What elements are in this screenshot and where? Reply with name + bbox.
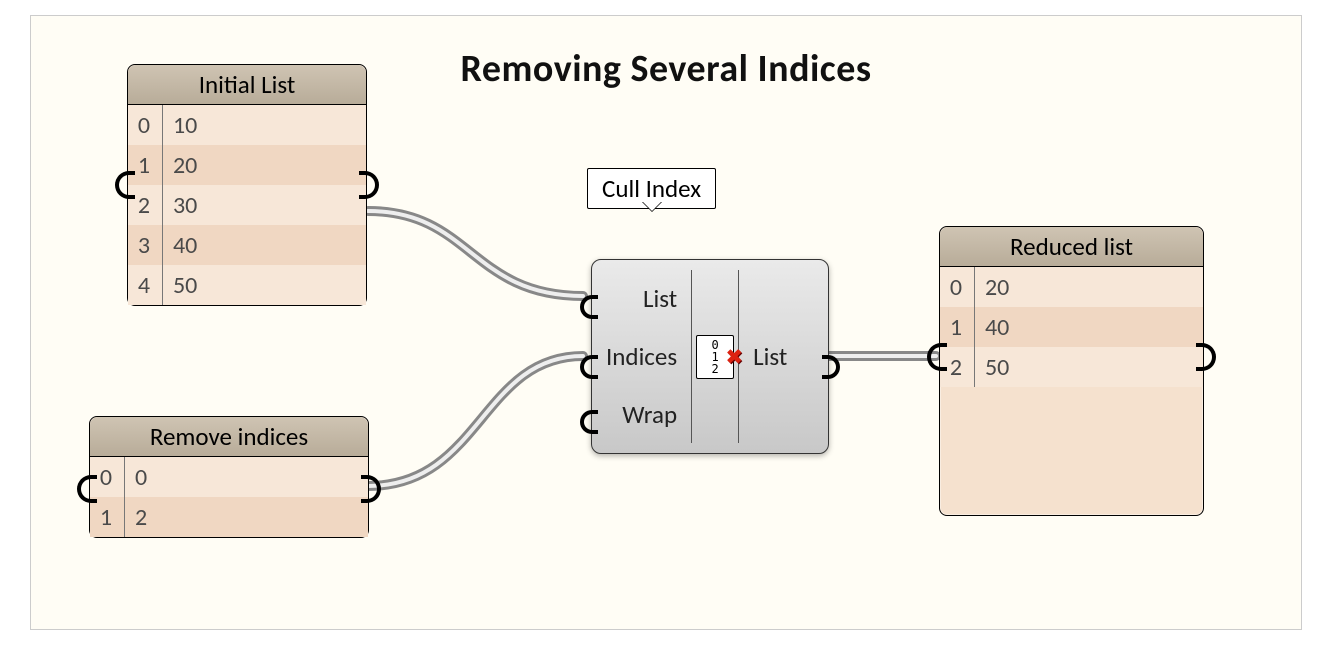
input-label-list: List [643,283,677,314]
list-item: 450 [128,265,366,305]
panel-body: 010 120 230 340 450 [128,105,366,305]
input-port-wrap[interactable] [580,410,598,434]
grip-icon[interactable] [359,171,379,199]
panel-initial-list[interactable]: Initial List 010 120 230 340 450 [127,64,367,306]
list-item: 230 [128,185,366,225]
panel-title: Remove indices [90,417,368,457]
panel-title: Reduced list [940,227,1203,267]
panel-body: 020 140 250 [940,267,1203,387]
list-item: 140 [940,307,1203,347]
node-inputs: List Indices Wrap [592,260,691,453]
cull-index-icon: 0 1 2 ✖ [696,335,734,379]
x-icon: ✖ [726,343,743,371]
list-item: 020 [940,267,1203,307]
input-port-indices[interactable] [580,355,598,379]
node-outputs: List [739,260,801,453]
panel-title: Initial List [128,65,366,105]
canvas: Removing Several Indices Initial List 01… [30,15,1302,630]
grip-icon[interactable] [1196,343,1216,371]
input-port-list[interactable] [580,295,598,319]
list-item: 340 [128,225,366,265]
grip-icon[interactable] [927,343,947,371]
panel-reduced-list[interactable]: Reduced list 020 140 250 [939,226,1204,516]
node-icon-column: 0 1 2 ✖ [692,260,738,453]
node-label: Cull Index [602,173,701,204]
cull-index-node[interactable]: List Indices Wrap 0 1 2 ✖ List [591,259,829,454]
list-item: 010 [128,105,366,145]
output-label-list: List [753,341,787,372]
node-label-bubble: Cull Index [587,168,716,209]
output-port-list[interactable] [822,355,840,379]
grip-icon[interactable] [77,475,97,503]
input-label-indices: Indices [606,341,677,372]
input-label-wrap: Wrap [622,399,677,430]
list-item: 250 [940,347,1203,387]
grip-icon[interactable] [361,475,381,503]
panel-remove-indices[interactable]: Remove indices 00 12 [89,416,369,538]
panel-body: 00 12 [90,457,368,537]
list-item: 12 [90,497,368,537]
list-item: 120 [128,145,366,185]
list-item: 00 [90,457,368,497]
grip-icon[interactable] [115,171,135,199]
